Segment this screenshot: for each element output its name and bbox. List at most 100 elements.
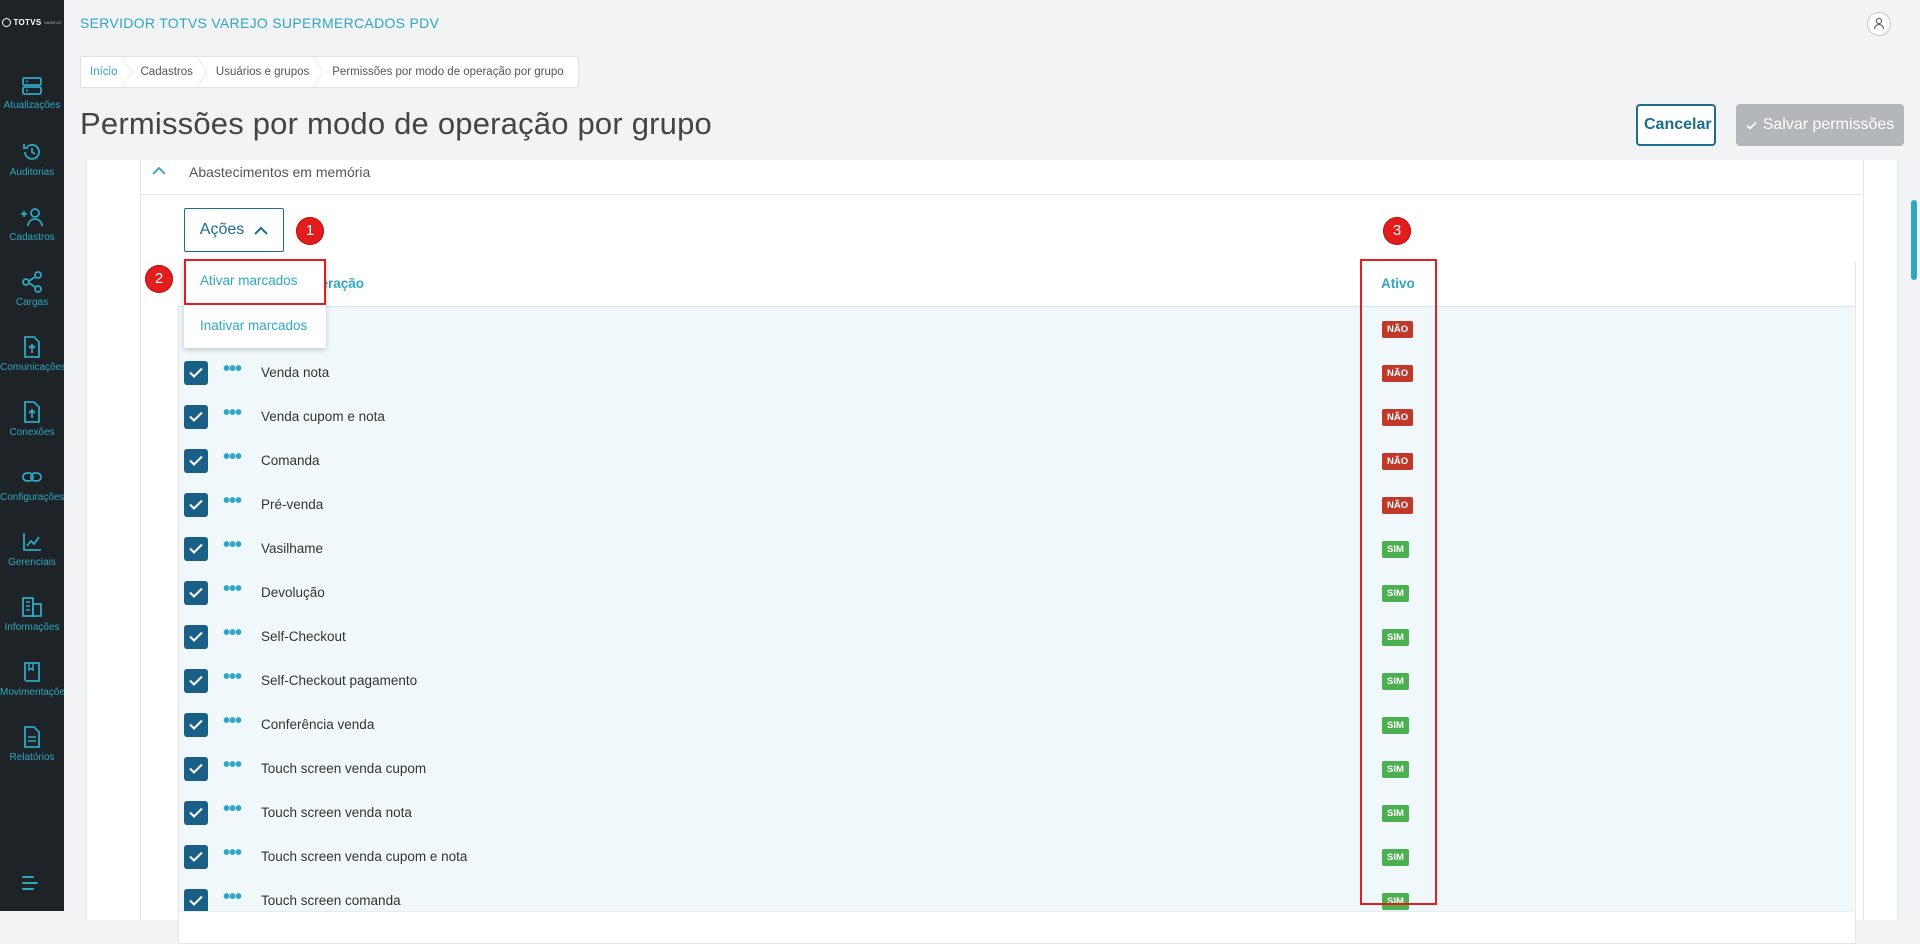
check-icon: [189, 411, 203, 422]
menu-item-inativar-marcados[interactable]: Inativar marcados: [200, 318, 307, 333]
row-checkbox[interactable]: [184, 625, 208, 649]
row-name: Touch screen venda cupom: [261, 761, 427, 776]
breadcrumb-cadastros[interactable]: Cadastros: [131, 57, 208, 87]
accordion-header[interactable]: [140, 160, 1862, 195]
more-options-icon[interactable]: •••: [223, 887, 243, 907]
more-options-icon[interactable]: •••: [223, 843, 243, 863]
user-menu-button[interactable]: [1867, 12, 1891, 36]
sidebar-item-movimentacoes[interactable]: Movimentações: [0, 661, 64, 723]
more-options-icon[interactable]: •••: [223, 579, 243, 599]
row-checkbox[interactable]: [184, 801, 208, 825]
row-checkbox[interactable]: [184, 493, 208, 517]
row-checkbox[interactable]: [184, 713, 208, 737]
check-icon: [189, 455, 203, 466]
table-row: [179, 615, 1854, 660]
row-checkbox[interactable]: [184, 581, 208, 605]
check-icon: [189, 631, 203, 642]
sidebar-item-conexoes[interactable]: Conexões: [0, 401, 64, 463]
sidebar-item-auditorias[interactable]: Auditorias: [0, 141, 64, 203]
check-icon: [189, 851, 203, 862]
row-name: Self-Checkout pagamento: [261, 673, 418, 688]
scrollbar-thumb[interactable]: [1911, 200, 1917, 280]
highlight-ativo-column: [1360, 259, 1437, 905]
file-upload-icon: [24, 336, 40, 358]
save-permissions-label: Salvar permissões: [1762, 116, 1895, 133]
sidebar-item-informacoes[interactable]: Informações: [0, 596, 64, 658]
page-title: Permissões por modo de operação por grup…: [80, 106, 712, 141]
more-options-icon[interactable]: •••: [223, 711, 243, 731]
more-options-icon[interactable]: •••: [223, 799, 243, 819]
more-options-icon[interactable]: •••: [223, 667, 243, 687]
row-checkbox[interactable]: [184, 537, 208, 561]
totvs-logo: TOTVS VAREJO: [0, 18, 64, 28]
row-name: Devolução: [261, 585, 325, 600]
row-name: Vasilhame: [261, 541, 324, 556]
row-checkbox[interactable]: [184, 449, 208, 473]
link-icon: [22, 472, 42, 482]
sidebar-item-gerenciais[interactable]: Gerenciais: [0, 531, 64, 593]
sidebar-label: Cadastros: [9, 232, 55, 243]
actions-button[interactable]: Ações: [184, 208, 284, 252]
sidebar-label: Atualizações: [3, 100, 61, 111]
sidebar: TOTVS VAREJO Atualizações Auditorias Cad…: [0, 0, 64, 911]
more-options-icon[interactable]: •••: [223, 491, 243, 511]
table-row: [179, 879, 1854, 912]
check-icon: [189, 719, 203, 730]
server-icon: [22, 77, 42, 95]
sidebar-label: Informações: [4, 622, 60, 633]
app-title: SERVIDOR TOTVS VAREJO SUPERMERCADOS PDV: [80, 15, 440, 31]
step-badge-1: 1: [296, 217, 324, 245]
row-name: Touch screen comanda: [261, 893, 401, 908]
check-icon: [189, 499, 203, 510]
row-checkbox[interactable]: [184, 405, 208, 429]
check-icon: [189, 367, 203, 378]
more-options-icon[interactable]: •••: [223, 623, 243, 643]
more-options-icon[interactable]: •••: [223, 359, 243, 379]
sidebar-item-cargas[interactable]: Cargas: [0, 271, 64, 333]
check-icon: [189, 587, 203, 598]
row-checkbox[interactable]: [184, 757, 208, 781]
file-upload-icon: [24, 401, 40, 423]
chevron-up-icon[interactable]: [151, 165, 167, 177]
sidebar-item-comunicacoes[interactable]: Comunicações: [0, 336, 64, 398]
breadcrumb-inicio[interactable]: Início: [81, 57, 132, 87]
check-icon: [189, 675, 203, 686]
sidebar-item-relatorios[interactable]: Relatórios: [0, 726, 64, 788]
table-row: [179, 439, 1854, 484]
table-row: [179, 307, 1854, 352]
share-icon: [22, 271, 42, 293]
breadcrumb: Início Cadastros Usuários e grupos Permi…: [80, 56, 579, 88]
more-options-icon[interactable]: •••: [223, 755, 243, 775]
sidebar-item-atualizacoes[interactable]: Atualizações: [0, 76, 64, 138]
more-options-icon[interactable]: •••: [223, 447, 243, 467]
breadcrumb-usuarios-e-grupos[interactable]: Usuários e grupos: [206, 57, 324, 87]
sidebar-item-configuracoes[interactable]: Configurações: [0, 466, 64, 528]
table-row: [179, 571, 1854, 616]
row-checkbox[interactable]: [184, 889, 208, 911]
sidebar-label: Relatórios: [9, 752, 55, 763]
cancel-button[interactable]: Cancelar: [1636, 104, 1716, 146]
check-icon: [189, 543, 203, 554]
chevron-up-icon: [254, 226, 268, 235]
table-row: [179, 703, 1854, 748]
row-checkbox[interactable]: [184, 361, 208, 385]
breadcrumb-current-page: Permissões por modo de operação por grup…: [323, 57, 578, 87]
book-icon: [24, 662, 40, 682]
buildings-icon: [22, 597, 42, 617]
check-icon: [189, 895, 203, 906]
more-options-icon[interactable]: •••: [223, 535, 243, 555]
step-badge-3: 3: [1383, 217, 1411, 245]
row-name: Touch screen venda cupom e nota: [261, 849, 468, 864]
chart-icon: [23, 533, 41, 551]
save-permissions-button[interactable]: Salvar permissões: [1736, 104, 1904, 146]
row-checkbox[interactable]: [184, 845, 208, 869]
sidebar-label: Configurações: [0, 492, 64, 503]
sidebar-item-cadastros[interactable]: Cadastros: [0, 206, 64, 268]
row-checkbox[interactable]: [184, 669, 208, 693]
menu-collapse-icon[interactable]: [22, 876, 42, 894]
accordion-title: Abastecimentos em memória: [189, 164, 371, 180]
row-name: Pré-venda: [261, 497, 324, 512]
row-name: Conferência venda: [261, 717, 375, 732]
check-icon: [189, 763, 203, 774]
more-options-icon[interactable]: •••: [223, 403, 243, 423]
